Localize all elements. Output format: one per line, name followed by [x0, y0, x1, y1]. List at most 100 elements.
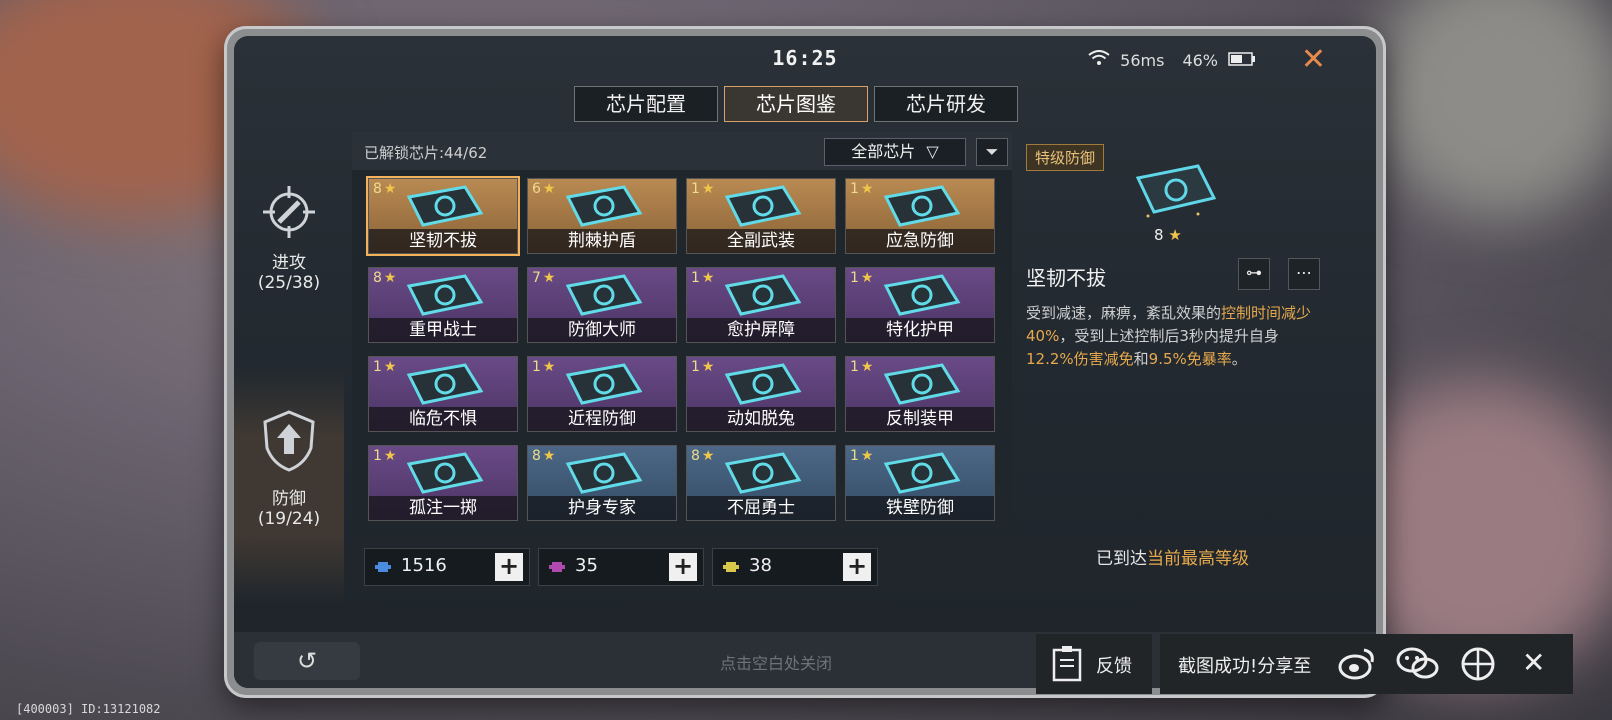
- chip-card[interactable]: 6 ★ 荆棘护盾: [527, 178, 677, 254]
- add-purple-chip-button[interactable]: +: [669, 553, 697, 581]
- star-icon: ★: [860, 181, 874, 197]
- chip-card[interactable]: 1 ★ 铁壁防御: [845, 445, 995, 521]
- share-text: 截图成功!分享至: [1178, 656, 1312, 677]
- chip-card[interactable]: 1 ★ 动如脱兔: [686, 356, 836, 432]
- chip-card[interactable]: 1 ★ 近程防御: [527, 356, 677, 432]
- feedback-label: 反馈: [1096, 656, 1132, 677]
- card-star-count: 1: [373, 359, 382, 375]
- card-star-count: 8: [373, 181, 382, 197]
- chip-card[interactable]: 1 ★ 应急防御: [845, 178, 995, 254]
- unlocked-count: 已解锁芯片:44/62: [364, 144, 488, 162]
- chip-card[interactable]: 7 ★ 防御大师: [527, 267, 677, 343]
- star-icon: ★: [860, 359, 874, 375]
- chip-icon: [883, 452, 961, 494]
- star-icon: ★: [542, 181, 556, 197]
- more-options-icon[interactable]: ⋯: [1288, 258, 1320, 290]
- desc-text-2: ，受到上述控制后3秒内提升自身: [1059, 327, 1279, 345]
- star-icon: ★: [542, 359, 556, 375]
- sidebar-label-defense: 防御: [272, 489, 306, 509]
- grid-header: 已解锁芯片:44/62 全部芯片 ▽ ⏷: [352, 132, 1012, 170]
- chip-card[interactable]: 8 ★ 不屈勇士: [686, 445, 836, 521]
- card-stars: 1 ★: [373, 359, 396, 375]
- resource-purple-chip: 35 +: [538, 548, 704, 586]
- chip-card[interactable]: 8 ★ 重甲战士: [368, 267, 518, 343]
- chip-icon: [406, 274, 484, 316]
- chip-icon: [724, 363, 802, 405]
- card-stars: 1 ★: [532, 359, 555, 375]
- chip-icon: [883, 185, 961, 227]
- feedback-button[interactable]: 反馈: [1036, 634, 1152, 694]
- card-stars: 1 ★: [850, 359, 873, 375]
- card-name: 特化护甲: [846, 318, 994, 342]
- tab-chip-codex[interactable]: 芯片图鉴: [724, 86, 868, 122]
- sidebar-item-defense[interactable]: 防御 (19/24): [234, 368, 344, 604]
- filter-funnel-icon[interactable]: ⏷: [976, 138, 1008, 166]
- resource-blue-chip: 1516 +: [364, 548, 530, 586]
- star-icon: ★: [860, 448, 874, 464]
- back-arrow-icon[interactable]: ↺: [254, 642, 360, 680]
- sidebar-item-attack[interactable]: 进攻 (25/38): [234, 182, 344, 312]
- tab-bar: 芯片配置 芯片图鉴 芯片研发: [574, 86, 1018, 122]
- add-blue-chip-button[interactable]: +: [495, 553, 523, 581]
- resource-blue-value: 1516: [401, 555, 447, 576]
- add-gold-chip-button[interactable]: +: [843, 553, 871, 581]
- sidebar-count-attack: (25/38): [257, 273, 321, 293]
- chip-card[interactable]: 1 ★ 愈护屏障: [686, 267, 836, 343]
- close-icon[interactable]: ✕: [1301, 42, 1326, 77]
- chip-image: [1135, 164, 1217, 218]
- resource-gold-value: 38: [749, 555, 772, 576]
- tree-structure-icon[interactable]: ⊶: [1238, 258, 1270, 290]
- desc-text-1: 受到减速，麻痹，紊乱效果的: [1026, 304, 1222, 322]
- chip-icon: [565, 452, 643, 494]
- tab-chip-research[interactable]: 芯片研发: [874, 86, 1018, 122]
- card-name: 不屈勇士: [687, 496, 835, 520]
- detail-chip-name: 坚韧不拔: [1026, 266, 1106, 290]
- crosshair-missile-icon: [263, 186, 315, 238]
- star-icon: ★: [383, 181, 397, 197]
- resource-purple-value: 35: [575, 555, 598, 576]
- chip-card[interactable]: 1 ★ 反制装甲: [845, 356, 995, 432]
- chip-card[interactable]: 1 ★ 全副武装: [686, 178, 836, 254]
- card-stars: 1 ★: [850, 270, 873, 286]
- star-icon: ★: [701, 359, 715, 375]
- chip-card[interactable]: 1 ★ 特化护甲: [845, 267, 995, 343]
- card-name: 防御大师: [528, 318, 676, 342]
- close-icon[interactable]: ✕: [1522, 646, 1545, 679]
- card-stars: 1 ★: [373, 448, 396, 464]
- chip-card[interactable]: 1 ★ 临危不惧: [368, 356, 518, 432]
- tier-badge: 特级防御: [1026, 144, 1105, 171]
- chip-filter-dropdown[interactable]: 全部芯片 ▽: [824, 138, 966, 166]
- max-level-notice: 已到达当前最高等级: [1096, 544, 1249, 569]
- card-name: 临危不惧: [369, 407, 517, 431]
- tab-chip-config[interactable]: 芯片配置: [574, 86, 718, 122]
- battery-value: 46%: [1182, 50, 1218, 70]
- chip-card[interactable]: 8 ★ 坚韧不拔: [366, 176, 520, 256]
- wechat-icon[interactable]: [1396, 646, 1440, 686]
- card-star-count: 8: [532, 448, 541, 464]
- chip-card[interactable]: 1 ★ 孤注一掷: [368, 445, 518, 521]
- card-stars: 1 ★: [691, 181, 714, 197]
- card-stars: 1 ★: [691, 359, 714, 375]
- star-icon: ★: [383, 359, 397, 375]
- max-level-prefix: 已到达: [1096, 549, 1147, 569]
- card-stars: 1 ★: [850, 448, 873, 464]
- max-level-highlight: 当前最高等级: [1147, 549, 1249, 569]
- card-stars: 8 ★: [373, 181, 396, 197]
- category-sidebar: 进攻 (25/38) 防御 (19/24): [234, 132, 346, 604]
- chip-icon: [406, 452, 484, 494]
- card-star-count: 8: [373, 270, 382, 286]
- chip-icon: [565, 185, 643, 227]
- card-star-count: 1: [691, 270, 700, 286]
- card-star-count: 7: [532, 270, 541, 286]
- card-stars: 8 ★: [373, 270, 396, 286]
- card-name: 重甲战士: [369, 318, 517, 342]
- chip-card[interactable]: 8 ★ 护身专家: [527, 445, 677, 521]
- chip-icon: [724, 185, 802, 227]
- card-name: 坚韧不拔: [369, 229, 517, 253]
- tap-to-close-hint[interactable]: 点击空白处关闭: [720, 650, 832, 674]
- card-name: 反制装甲: [846, 407, 994, 431]
- moments-aperture-icon[interactable]: [1460, 646, 1496, 686]
- chip-detail-panel: 特级防御 8 ★ 坚韧不拔 ⊶ ⋯ 受到减速，麻痹，紊乱效果的控制时间减少40%…: [1016, 132, 1326, 592]
- card-star-count: 1: [850, 359, 859, 375]
- weibo-icon[interactable]: [1338, 646, 1376, 684]
